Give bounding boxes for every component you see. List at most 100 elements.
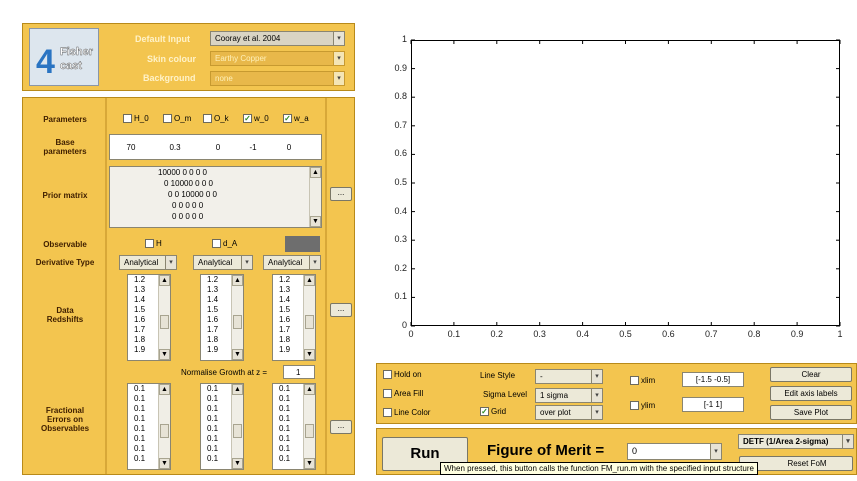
derivative-type-dropdown-1[interactable]: Analytical ▾	[119, 255, 177, 270]
errors-list-3[interactable]: 0.1 0.1 0.1 0.1 0.1 0.1 0.1 0.1 ▲ ▼	[272, 383, 316, 470]
figure-of-merit-value-field[interactable]: 0 ▾	[627, 443, 722, 460]
chevron-down-icon: ▾	[333, 52, 344, 65]
redshift-list-2[interactable]: 1.2 1.3 1.4 1.5 1.6 1.7 1.8 1.9 ▲ ▼	[200, 274, 244, 361]
redshift-scrollbar[interactable]: ▲ ▼	[158, 275, 170, 360]
ylim-checkbox[interactable]: ylim	[630, 401, 655, 410]
x-tick-label: 0.4	[576, 329, 589, 339]
plot-axes[interactable]	[411, 40, 840, 326]
fisher-cast-logo: 4 Fisher cast	[29, 28, 99, 86]
scroll-up-icon[interactable]: ▲	[304, 384, 315, 395]
normalise-growth-label: Normalise Growth at z =	[181, 368, 268, 377]
prior-matrix-field[interactable]: 10000 0 0 0 0 0 10000 0 0 0 0 0 10000 0 …	[109, 166, 322, 228]
default-input-dropdown[interactable]: Cooray et al. 2004 ▾	[210, 31, 345, 46]
base-parameters-label: Base parameters	[43, 138, 87, 156]
chevron-down-icon: ▾	[333, 72, 344, 85]
normalise-growth-input[interactable]: 1	[283, 365, 315, 379]
scroll-up-icon[interactable]: ▲	[159, 275, 170, 286]
line-style-dropdown[interactable]: - ▾	[535, 369, 603, 384]
x-tick-label: 0.2	[490, 329, 504, 339]
chevron-down-icon: ▾	[309, 256, 320, 269]
y-tick-label: 0.8	[394, 91, 407, 102]
errors-edit-button[interactable]: ...	[330, 420, 352, 434]
chevron-down-icon: ▾	[591, 406, 602, 419]
grid-position-dropdown[interactable]: over plot ▾	[535, 405, 603, 420]
check-icon: ✓	[480, 407, 489, 416]
scroll-thumb[interactable]	[305, 424, 314, 438]
checkbox-observable-h[interactable]: H	[145, 239, 162, 248]
hold-on-checkbox[interactable]: Hold on	[383, 370, 422, 379]
prior-matrix-label: Prior matrix	[42, 191, 88, 200]
checkbox-w0[interactable]: ✓ w_0	[243, 114, 269, 123]
scroll-up-icon[interactable]: ▲	[304, 275, 315, 286]
scroll-down-icon[interactable]: ▼	[159, 458, 170, 469]
line-style-label: Line Style	[480, 371, 516, 380]
checkbox-box	[203, 114, 212, 123]
scroll-up-icon[interactable]: ▲	[159, 384, 170, 395]
errors-scrollbar[interactable]: ▲ ▼	[303, 384, 315, 469]
grid-checkbox[interactable]: ✓ Grid	[480, 407, 506, 416]
y-tick-label: 0.6	[394, 148, 407, 159]
scroll-down-icon[interactable]: ▼	[310, 216, 321, 227]
checkbox-label: O_k	[214, 114, 229, 123]
redshift-list-1[interactable]: 1.2 1.3 1.4 1.5 1.6 1.7 1.8 1.9 ▲ ▼	[127, 274, 171, 361]
x-tick-label: 0.1	[447, 329, 461, 339]
chevron-down-icon: ▾	[842, 435, 853, 448]
scroll-thumb[interactable]	[160, 315, 169, 329]
fom-type-dropdown[interactable]: DETF (1/Area 2-sigma) ▾	[738, 434, 854, 449]
ylim-input[interactable]: [-1 1]	[682, 397, 744, 412]
checkbox-observable-da[interactable]: d_A	[212, 239, 237, 248]
observable-color-swatch[interactable]	[285, 236, 320, 252]
skin-colour-dropdown[interactable]: Earthy Copper ▾	[210, 51, 345, 66]
scroll-down-icon[interactable]: ▼	[159, 349, 170, 360]
errors-scrollbar[interactable]: ▲ ▼	[231, 384, 243, 469]
errors-list-1[interactable]: 0.1 0.1 0.1 0.1 0.1 0.1 0.1 0.1 ▲ ▼	[127, 383, 171, 470]
scroll-thumb[interactable]	[160, 424, 169, 438]
xlim-input[interactable]: [-1.5 -0.5]	[682, 372, 744, 387]
prior-scrollbar[interactable]: ▲ ▼	[309, 167, 321, 227]
scroll-thumb[interactable]	[233, 315, 242, 329]
scroll-down-icon[interactable]: ▼	[304, 349, 315, 360]
clear-button[interactable]: Clear	[770, 367, 852, 382]
plot-controls-panel: Hold on Area Fill Line Color Line Style …	[376, 363, 857, 424]
checkbox-box	[383, 408, 392, 417]
scroll-up-icon[interactable]: ▲	[310, 167, 321, 178]
xlim-value: [-1.5 -0.5]	[695, 375, 731, 384]
scroll-down-icon[interactable]: ▼	[232, 458, 243, 469]
scroll-thumb[interactable]	[233, 424, 242, 438]
prior-matrix-edit-button[interactable]: ...	[330, 187, 352, 201]
scroll-up-icon[interactable]: ▲	[232, 384, 243, 395]
scroll-down-icon[interactable]: ▼	[304, 458, 315, 469]
sigma-level-value: 1 sigma	[540, 391, 569, 400]
checkbox-h0[interactable]: H_0	[123, 114, 149, 123]
area-fill-checkbox[interactable]: Area Fill	[383, 389, 423, 398]
xlim-label: xlim	[641, 376, 656, 385]
derivative-type-dropdown-3[interactable]: Analytical ▾	[263, 255, 321, 270]
errors-list-2[interactable]: 0.1 0.1 0.1 0.1 0.1 0.1 0.1 0.1 ▲ ▼	[200, 383, 244, 470]
scroll-thumb[interactable]	[305, 315, 314, 329]
redshift-list-3[interactable]: 1.2 1.3 1.4 1.5 1.6 1.7 1.8 1.9 ▲ ▼	[272, 274, 316, 361]
redshift-scrollbar[interactable]: ▲ ▼	[231, 275, 243, 360]
background-dropdown[interactable]: none ▾	[210, 71, 345, 86]
save-plot-button[interactable]: Save Plot	[770, 405, 852, 420]
hold-on-label: Hold on	[394, 370, 422, 379]
line-color-checkbox[interactable]: Line Color	[383, 408, 430, 417]
parameters-panel: Parameters Base parameters Prior matrix …	[22, 97, 355, 475]
redshift-scrollbar[interactable]: ▲ ▼	[303, 275, 315, 360]
redshifts-edit-button[interactable]: ...	[330, 303, 352, 317]
grid-label: Grid	[491, 407, 507, 416]
base-parameters-field[interactable]: 70 0.3 0 -1 0	[109, 134, 322, 160]
scroll-down-icon[interactable]: ▼	[232, 349, 243, 360]
sigma-level-dropdown[interactable]: 1 sigma ▾	[535, 388, 603, 403]
scroll-up-icon[interactable]: ▲	[232, 275, 243, 286]
xlim-checkbox[interactable]: xlim	[630, 376, 655, 385]
checkbox-label: w_a	[294, 114, 309, 123]
line-style-value: -	[540, 372, 543, 381]
checkbox-om[interactable]: O_m	[163, 114, 191, 123]
background-value: none	[215, 74, 233, 83]
checkbox-ok[interactable]: O_k	[203, 114, 229, 123]
derivative-type-dropdown-2[interactable]: Analytical ▾	[193, 255, 253, 270]
run-button-tooltip: When pressed, this button calls the func…	[440, 462, 758, 475]
edit-axis-labels-button[interactable]: Edit axis labels	[770, 386, 852, 401]
checkbox-wa[interactable]: ✓ w_a	[283, 114, 309, 123]
errors-scrollbar[interactable]: ▲ ▼	[158, 384, 170, 469]
